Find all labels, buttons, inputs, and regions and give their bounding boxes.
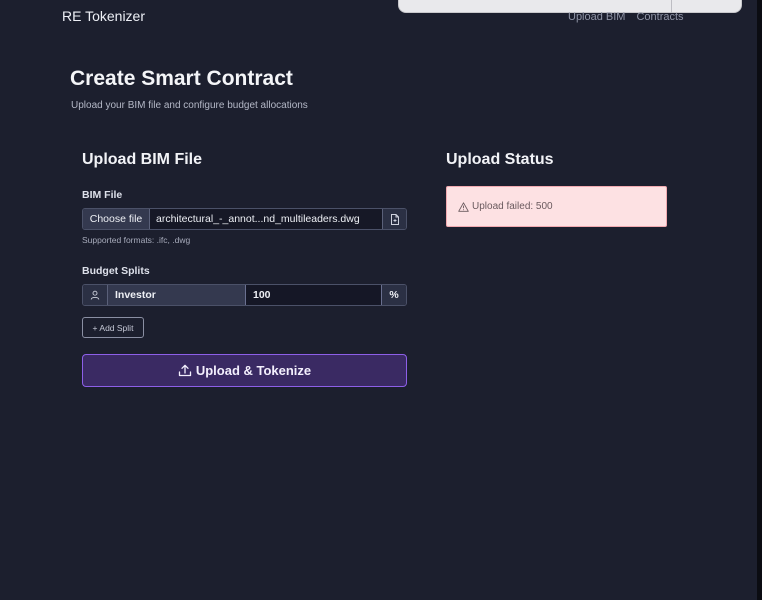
file-icon <box>382 209 406 229</box>
choose-file-button[interactable]: Choose file <box>83 209 150 229</box>
upload-tokenize-button[interactable]: Upload & Tokenize <box>82 354 407 387</box>
top-nav: Upload BIM Contracts <box>568 11 684 23</box>
page-title: Create Smart Contract <box>70 67 293 90</box>
percent-suffix: % <box>382 285 406 305</box>
add-split-button[interactable]: + Add Split <box>82 317 144 338</box>
error-message: Upload failed: 500 <box>472 201 553 212</box>
upload-card-title: Upload BIM File <box>82 151 202 168</box>
nav-contracts[interactable]: Contracts <box>636 11 683 23</box>
budget-split-row: Investor 100 % <box>82 284 407 306</box>
split-percent-field[interactable]: 100 <box>246 285 382 305</box>
file-name: architectural_-_annot...nd_multileaders.… <box>156 213 360 225</box>
nav-upload-bim[interactable]: Upload BIM <box>568 11 625 23</box>
budget-splits-label: Budget Splits <box>82 265 150 277</box>
page-subtitle: Upload your BIM file and configure budge… <box>71 100 308 111</box>
brand[interactable]: RE Tokenizer <box>62 8 145 24</box>
window-edge <box>757 0 762 600</box>
status-card-title: Upload Status <box>446 151 554 168</box>
upload-tokenize-label: Upload & Tokenize <box>195 363 312 378</box>
bim-file-input[interactable]: Choose file architectural_-_annot...nd_m… <box>82 208 407 230</box>
warning-icon <box>458 201 469 212</box>
user-icon <box>83 285 108 305</box>
split-name-field[interactable]: Investor <box>108 285 246 305</box>
bim-file-label: BIM File <box>82 189 123 201</box>
upload-icon <box>178 364 192 377</box>
error-alert: Upload failed: 500 <box>446 186 667 227</box>
supported-formats: Supported formats: .ifc, .dwg <box>82 235 191 245</box>
